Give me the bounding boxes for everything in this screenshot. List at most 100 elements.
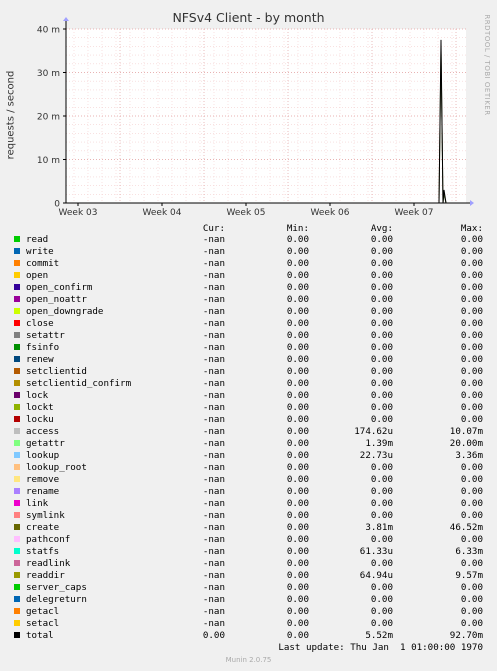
y-tick-label: 20 m bbox=[37, 113, 60, 123]
legend-cur-value: -nan bbox=[202, 546, 225, 557]
legend-label: fsinfo bbox=[26, 342, 60, 353]
legend-cur-value: -nan bbox=[202, 606, 225, 617]
legend-avg-value: 0.00 bbox=[370, 390, 393, 401]
munin-version: Munin 2.0.75 bbox=[225, 656, 272, 664]
legend-min-value: 0.00 bbox=[286, 426, 309, 437]
legend-min-value: 0.00 bbox=[286, 618, 309, 629]
legend-min-value: 0.00 bbox=[286, 282, 309, 293]
legend-min-value: 0.00 bbox=[286, 558, 309, 569]
legend-max-value: 6.33m bbox=[455, 546, 483, 557]
legend-cur-value: -nan bbox=[202, 522, 225, 533]
legend-max-value: 0.00 bbox=[460, 618, 483, 629]
legend-row-statfs: statfs -nan 0.00 61.33u 6.33m bbox=[0, 546, 497, 558]
legend-cur-value: -nan bbox=[202, 390, 225, 401]
legend-cur-value: -nan bbox=[202, 510, 225, 521]
legend-min-value: 0.00 bbox=[286, 234, 309, 245]
legend-label: rename bbox=[26, 486, 60, 497]
legend-avg-value: 0.00 bbox=[370, 462, 393, 473]
legend-label: pathconf bbox=[26, 534, 71, 545]
legend-swatch bbox=[14, 476, 20, 482]
legend-min-value: 0.00 bbox=[286, 258, 309, 269]
legend-avg-value: 0.00 bbox=[370, 234, 393, 245]
legend-cur-value: -nan bbox=[202, 294, 225, 305]
legend-cur-value: -nan bbox=[202, 534, 225, 545]
legend-swatch bbox=[14, 500, 20, 506]
legend-row-link: link -nan 0.00 0.00 0.00 bbox=[0, 498, 497, 510]
legend-swatch bbox=[14, 320, 20, 326]
legend-avg-value: 0.00 bbox=[370, 558, 393, 569]
legend-cur-value: -nan bbox=[202, 498, 225, 509]
legend-max-value: 0.00 bbox=[460, 594, 483, 605]
legend-min-value: 0.00 bbox=[286, 510, 309, 521]
legend-row-symlink: symlink -nan 0.00 0.00 0.00 bbox=[0, 510, 497, 522]
legend-cur-value: -nan bbox=[202, 618, 225, 629]
legend-label: setclientid_confirm bbox=[26, 378, 132, 389]
legend-min-value: 0.00 bbox=[286, 366, 309, 377]
legend-swatch bbox=[14, 596, 20, 602]
legend-label: symlink bbox=[26, 510, 65, 521]
legend-cur-value: -nan bbox=[202, 282, 225, 293]
legend-swatch bbox=[14, 380, 20, 386]
legend-label: remove bbox=[26, 474, 60, 485]
legend-cur-value: -nan bbox=[202, 318, 225, 329]
legend-swatch bbox=[14, 488, 20, 494]
legend-row-rename: rename -nan 0.00 0.00 0.00 bbox=[0, 486, 497, 498]
y-axis-arrow bbox=[63, 17, 69, 21]
legend-cur-value: -nan bbox=[202, 234, 225, 245]
legend-label: setclientid bbox=[26, 366, 87, 377]
legend-label: locku bbox=[26, 414, 54, 425]
legend-min-value: 0.00 bbox=[286, 294, 309, 305]
legend-min-value: 0.00 bbox=[286, 414, 309, 425]
legend-avg-value: 64.94u bbox=[359, 570, 393, 581]
legend-row-readdir: readdir -nan 0.00 64.94u 9.57m bbox=[0, 570, 497, 582]
legend-cur-value: -nan bbox=[202, 450, 225, 461]
legend-swatch bbox=[14, 356, 20, 362]
legend-label: write bbox=[26, 246, 54, 257]
legend-avg-value: 0.00 bbox=[370, 330, 393, 341]
legend-cur-value: -nan bbox=[202, 258, 225, 269]
legend-avg-value: 0.00 bbox=[370, 354, 393, 365]
legend-label: lookup_root bbox=[26, 462, 87, 473]
legend-label: open_confirm bbox=[26, 282, 93, 293]
legend-swatch bbox=[14, 632, 20, 638]
legend-avg-value: 0.00 bbox=[370, 306, 393, 317]
legend-label: open_noattr bbox=[26, 294, 87, 305]
legend-label: readlink bbox=[26, 558, 71, 569]
legend-min-value: 0.00 bbox=[286, 546, 309, 557]
legend-row-access: access -nan 0.00 174.62u 10.07m bbox=[0, 426, 497, 438]
y-tick-label: 30 m bbox=[37, 69, 60, 79]
legend-cur-value: 0.00 bbox=[202, 630, 225, 641]
legend-cur-value: -nan bbox=[202, 558, 225, 569]
legend-label: lock bbox=[26, 390, 49, 401]
legend-row-getattr: getattr -nan 0.00 1.39m 20.00m bbox=[0, 438, 497, 450]
legend-min-value: 0.00 bbox=[286, 342, 309, 353]
legend-avg-value: 0.00 bbox=[370, 618, 393, 629]
legend-avg-value: 0.00 bbox=[370, 378, 393, 389]
legend-cur-value: -nan bbox=[202, 246, 225, 257]
legend-max-value: 46.52m bbox=[449, 522, 483, 533]
legend-max-value: 9.57m bbox=[455, 570, 483, 581]
legend-row-close: close -nan 0.00 0.00 0.00 bbox=[0, 318, 497, 330]
legend-row-fsinfo: fsinfo -nan 0.00 0.00 0.00 bbox=[0, 342, 497, 354]
legend-row-lockt: lockt -nan 0.00 0.00 0.00 bbox=[0, 402, 497, 414]
legend-max-value: 0.00 bbox=[460, 342, 483, 353]
legend-swatch bbox=[14, 308, 20, 314]
legend-swatch bbox=[14, 296, 20, 302]
legend-max-value: 92.70m bbox=[449, 630, 483, 641]
legend-max-value: 0.00 bbox=[460, 270, 483, 281]
x-axis-arrow bbox=[470, 200, 474, 206]
legend-max-value: 0.00 bbox=[460, 606, 483, 617]
legend-cur-value: -nan bbox=[202, 582, 225, 593]
legend-swatch bbox=[14, 416, 20, 422]
legend-avg-value: 0.00 bbox=[370, 498, 393, 509]
legend-avg-value: 0.00 bbox=[370, 318, 393, 329]
legend-min-value: 0.00 bbox=[286, 570, 309, 581]
legend-avg-value: 0.00 bbox=[370, 534, 393, 545]
legend-avg-value: 0.00 bbox=[370, 366, 393, 377]
legend-row-remove: remove -nan 0.00 0.00 0.00 bbox=[0, 474, 497, 486]
legend-min-value: 0.00 bbox=[286, 390, 309, 401]
legend-swatch bbox=[14, 236, 20, 242]
legend-avg-value: 0.00 bbox=[370, 342, 393, 353]
legend-avg-value: 0.00 bbox=[370, 402, 393, 413]
legend-min-value: 0.00 bbox=[286, 270, 309, 281]
